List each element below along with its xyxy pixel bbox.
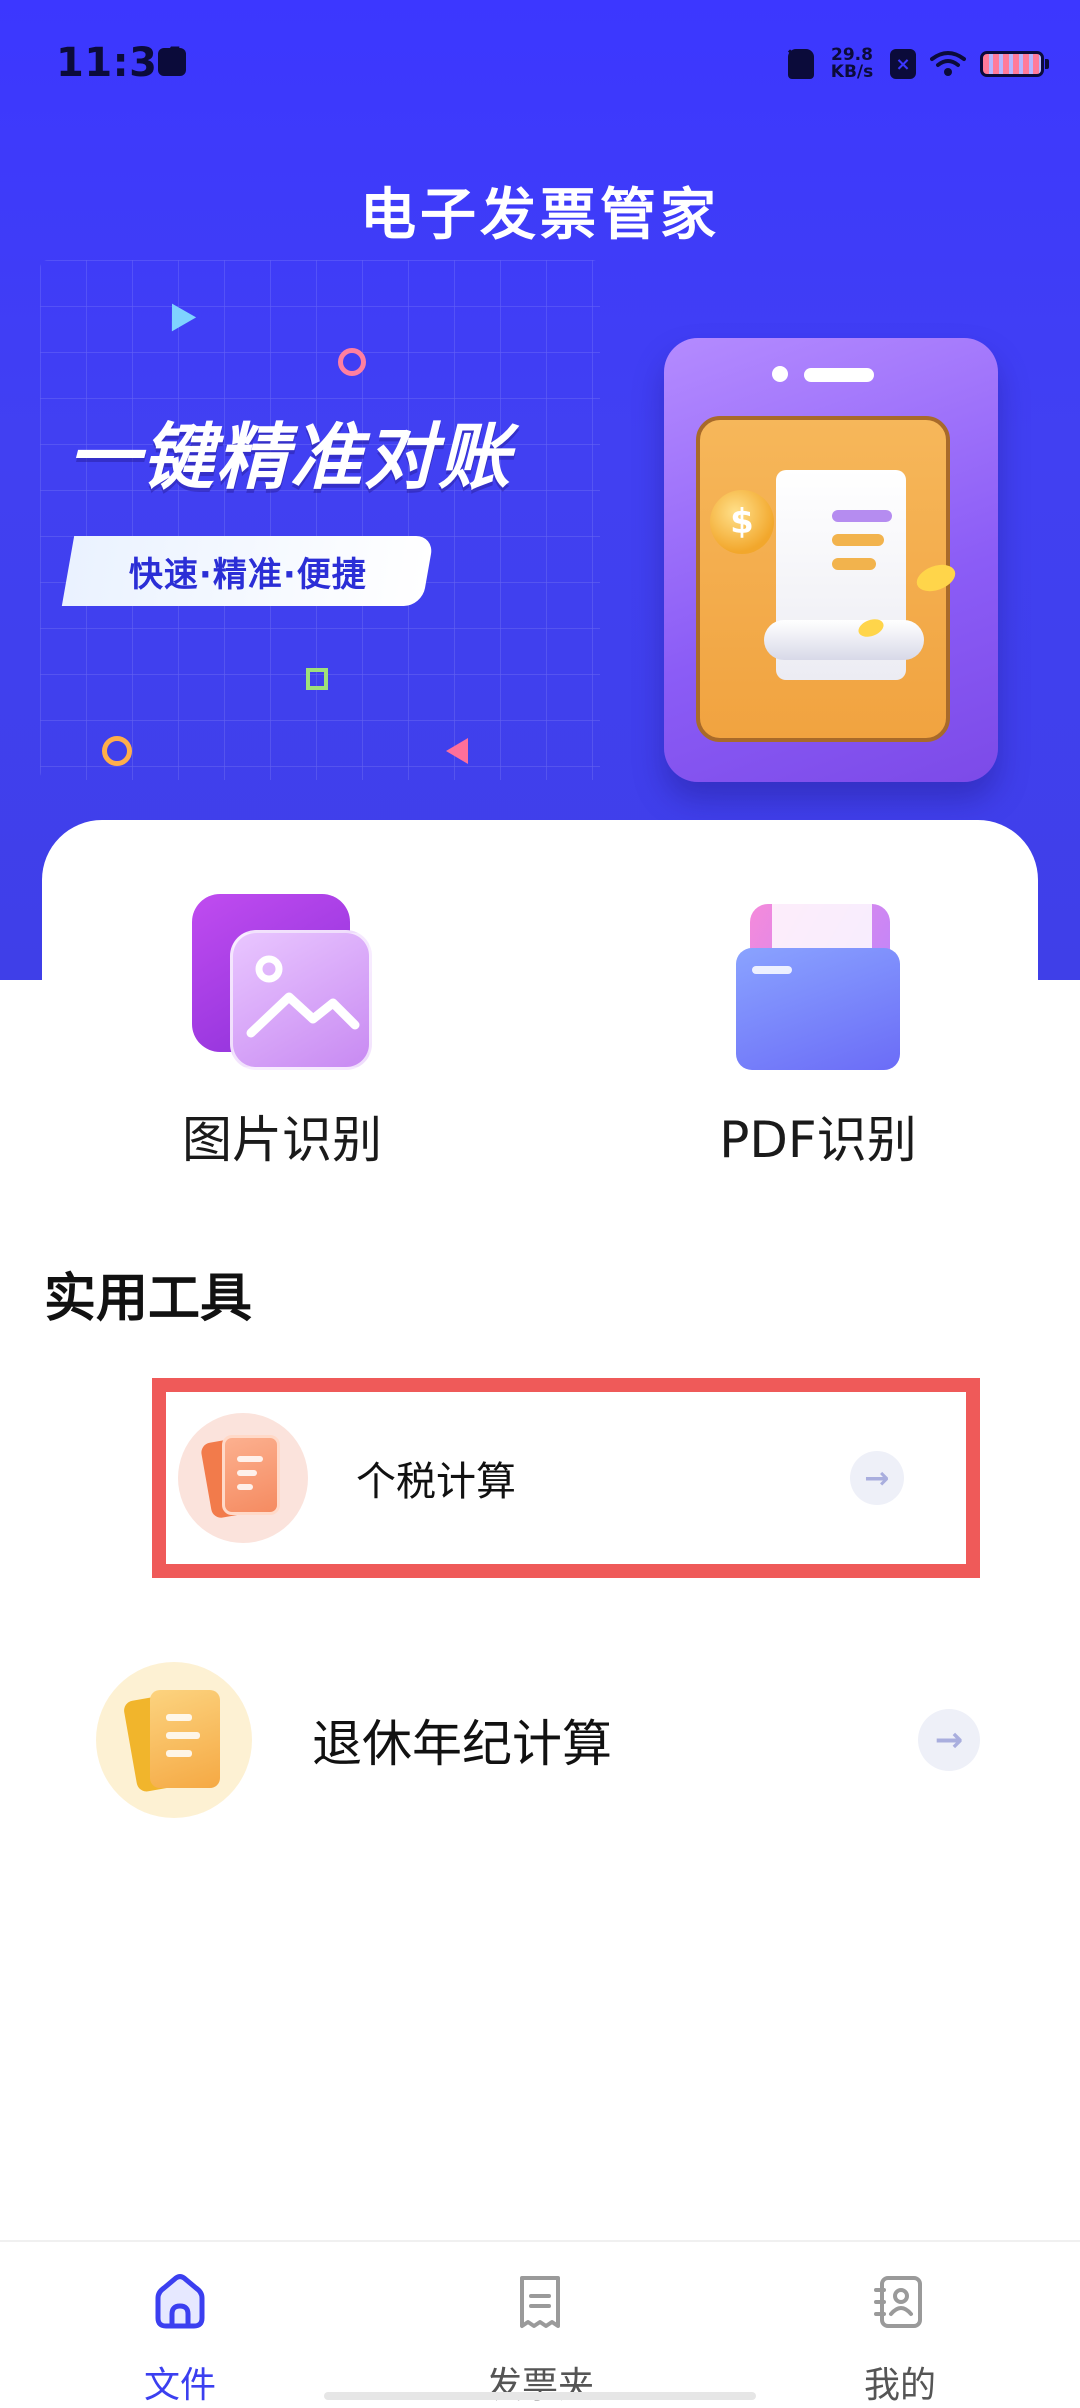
battery-icon — [980, 51, 1049, 77]
ring-decoration — [102, 736, 132, 766]
hero-tagline-pill: 快速·精准·便捷 — [61, 536, 435, 606]
nav-tab-files[interactable]: 文件 — [80, 2272, 280, 2408]
network-speed-unit: KB/s — [830, 62, 874, 82]
pdf-recognition-label: PDF识别 — [719, 1111, 917, 1169]
arrow-right-icon[interactable]: → — [850, 1451, 904, 1505]
dollar-coin-icon: $ — [710, 490, 774, 554]
nav-tab-files-label: 文件 — [143, 2365, 216, 2406]
tax-calculator-item[interactable]: 个税计算 → — [152, 1378, 980, 1578]
wifi-icon — [930, 50, 966, 78]
phone-receipt-illustration: $ — [664, 338, 998, 782]
tools-section-title: 实用工具 — [44, 1269, 253, 1329]
phone-camera-dot — [772, 366, 788, 382]
triangle-decoration — [446, 738, 468, 764]
nav-tab-invoice-folder[interactable]: 发票夹 — [440, 2272, 640, 2408]
mute-bell-icon — [788, 49, 814, 79]
feature-card: 图片识别 PDF识别 — [42, 820, 1038, 1220]
status-bar: 11:34 29.8 KB/s × — [0, 0, 1080, 120]
image-recognition-label: 图片识别 — [182, 1111, 382, 1169]
nav-tab-invoice-folder-label: 发票夹 — [485, 2365, 594, 2406]
arrow-right-icon[interactable]: → — [918, 1709, 980, 1771]
receipt-illustration — [764, 470, 924, 680]
nav-tab-mine-label: 我的 — [863, 2365, 936, 2406]
home-icon — [150, 2272, 210, 2332]
receipt-roll — [764, 620, 924, 660]
image-icon — [192, 894, 372, 1074]
hero-slogan: 一键精准对账 — [68, 415, 513, 499]
phone-screen: $ — [696, 416, 950, 742]
receipt-icon — [510, 2272, 570, 2332]
phone-speaker — [804, 368, 874, 382]
retirement-age-calculator-item[interactable]: 退休年纪计算 → — [96, 1660, 980, 1820]
app-title: 电子发票管家 — [360, 183, 720, 248]
retirement-document-icon — [96, 1662, 252, 1818]
image-recognition-button[interactable]: 图片识别 — [102, 894, 462, 1172]
sim-off-icon: × — [890, 49, 916, 79]
pdf-folder-icon — [728, 894, 908, 1074]
notification-app-icon — [158, 48, 186, 76]
profile-icon — [870, 2272, 930, 2332]
hero-grid-pattern — [40, 260, 600, 780]
pdf-recognition-button[interactable]: PDF识别 — [638, 894, 998, 1172]
tax-document-icon — [178, 1413, 308, 1543]
retirement-age-calculator-label: 退休年纪计算 — [312, 1715, 612, 1773]
square-decoration — [306, 668, 328, 690]
home-indicator — [324, 2392, 756, 2400]
hero-tagline: 快速·精准·便捷 — [129, 554, 367, 595]
status-icons: 29.8 KB/s × — [788, 40, 1049, 88]
ring-decoration — [338, 348, 366, 376]
nav-tab-mine[interactable]: 我的 — [800, 2272, 1000, 2408]
bottom-navigation: 文件 发票夹 我的 — [0, 2240, 1080, 2408]
tax-calculator-label: 个税计算 — [356, 1459, 516, 1505]
network-speed: 29.8 KB/s — [828, 47, 876, 81]
